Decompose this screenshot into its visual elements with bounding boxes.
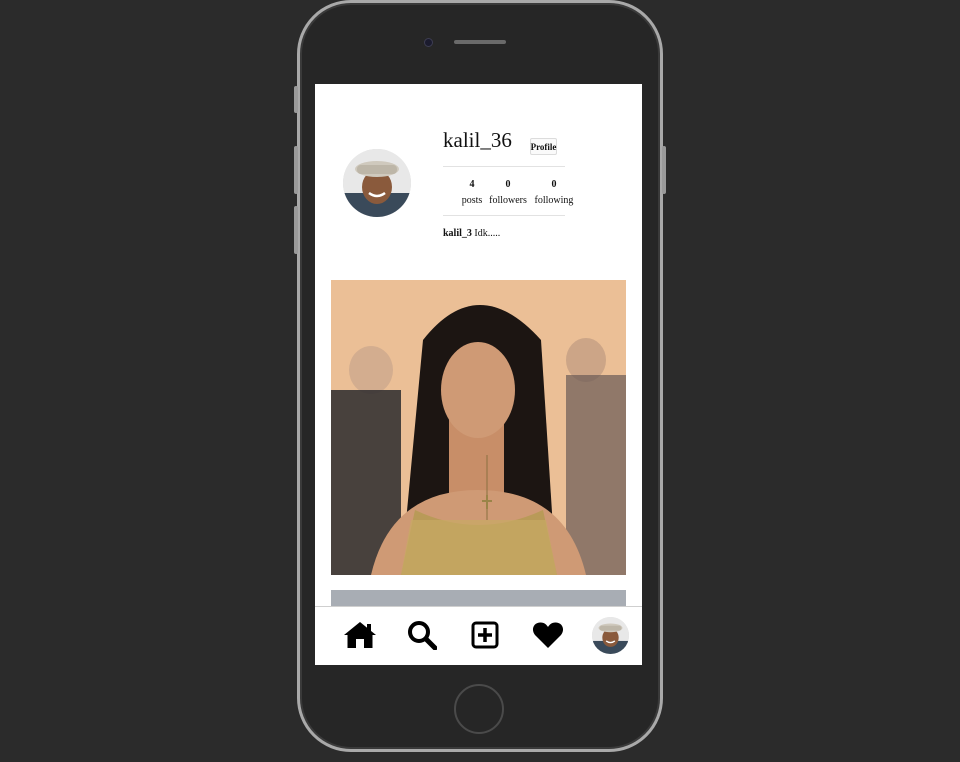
stat-following-count: 0 xyxy=(551,179,557,190)
bottom-nav xyxy=(315,606,642,665)
add-post-icon xyxy=(471,621,499,649)
nav-profile-avatar[interactable] xyxy=(592,617,629,654)
volume-down-button xyxy=(294,206,298,254)
post-image[interactable] xyxy=(331,280,626,575)
nav-search[interactable] xyxy=(404,617,440,653)
stat-followers-label: followers xyxy=(489,195,527,206)
profile-bio: kalil_3 Idk..... xyxy=(443,228,500,239)
power-button xyxy=(662,146,666,194)
stat-posts-label: posts xyxy=(461,195,483,206)
stat-following[interactable]: 0 following xyxy=(529,177,579,209)
home-button[interactable] xyxy=(454,684,504,734)
bio-text: Idk..... xyxy=(471,228,501,239)
nav-home[interactable] xyxy=(342,617,378,653)
stat-followers[interactable]: 0 followers xyxy=(483,177,533,209)
nav-activity[interactable] xyxy=(530,617,566,653)
profile-username: kalil_36 xyxy=(443,128,512,152)
profile-avatar[interactable] xyxy=(343,149,411,217)
mute-switch xyxy=(294,86,298,113)
stats-divider-bottom xyxy=(443,215,565,216)
stat-following-label: following xyxy=(534,195,574,206)
stats-divider-top xyxy=(443,166,565,167)
search-icon xyxy=(408,621,437,650)
volume-up-button xyxy=(294,146,298,194)
bio-handle: kalil_3 xyxy=(443,228,472,239)
front-camera xyxy=(424,38,433,47)
earpiece-speaker xyxy=(454,40,506,44)
app-screen: kalil_36 Profile 4 posts 0 followers 0 f… xyxy=(315,84,642,665)
stat-followers-count: 0 xyxy=(505,179,511,190)
profile-button[interactable]: Profile xyxy=(530,138,557,155)
home-icon xyxy=(344,622,376,648)
nav-add-post[interactable] xyxy=(467,617,503,653)
heart-icon xyxy=(532,622,564,648)
